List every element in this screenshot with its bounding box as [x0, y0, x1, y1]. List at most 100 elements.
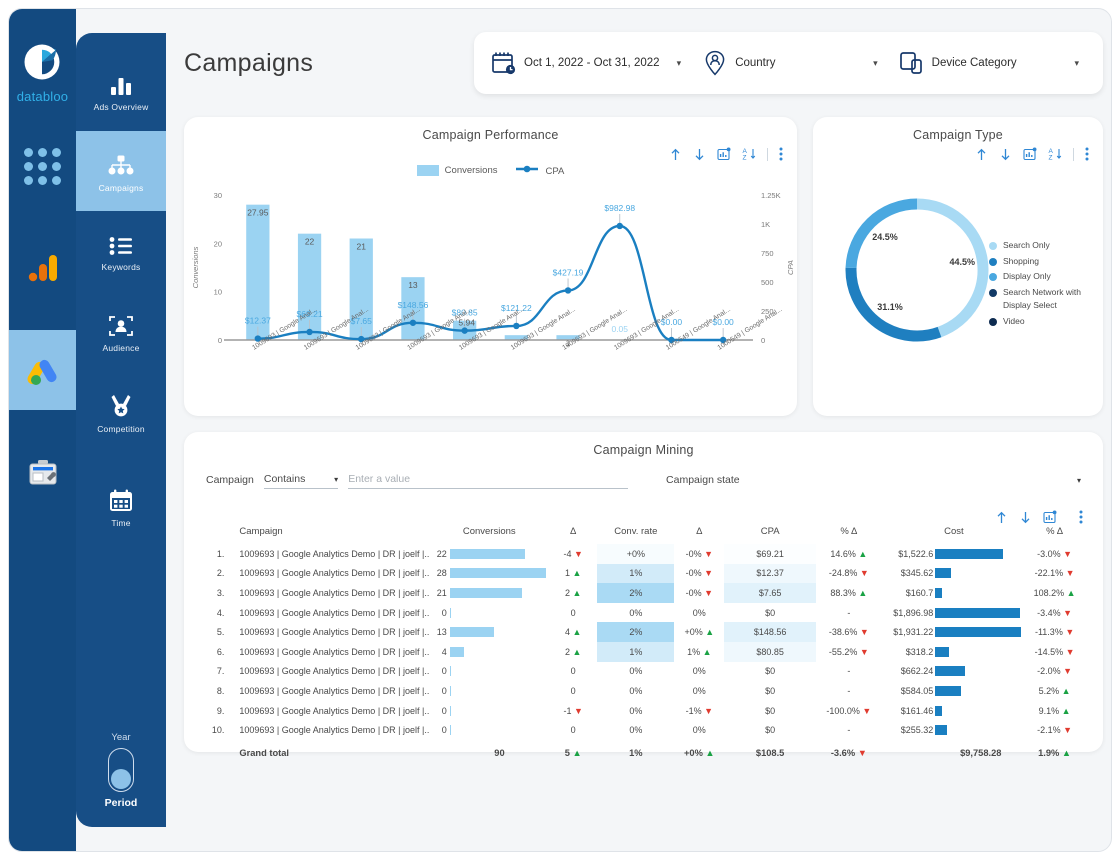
row-campaign[interactable]: 1009693 | Google Analytics Demo | DR | j… [232, 603, 429, 623]
row-conversions-delta: 0 [570, 666, 576, 677]
sort-asc-icon[interactable] [995, 511, 1008, 524]
databloo-logo[interactable]: databloo [17, 41, 68, 104]
device-category-label: Device Category [931, 57, 1017, 69]
table-row[interactable]: 2. 1009693 | Google Analytics Demo | DR … [204, 563, 1083, 584]
table-row[interactable]: 7. 1009693 | Google Analytics Demo | DR … [204, 662, 1083, 682]
svg-text:$12.37: $12.37 [245, 316, 271, 326]
col-rate-delta[interactable]: Δ [674, 521, 724, 544]
country-filter[interactable]: Country ▾ [695, 32, 891, 94]
col-cpa-pct[interactable]: % Δ [816, 521, 882, 544]
row-conv-rate: 0% [629, 666, 643, 677]
col-conv-delta[interactable]: Δ [549, 521, 597, 544]
svg-text:$427.19: $427.19 [553, 267, 584, 277]
row-index: 1. [216, 548, 225, 559]
svg-text:Z: Z [1049, 155, 1053, 161]
chevron-down-icon[interactable]: ▾ [1074, 58, 1079, 68]
row-rate-delta: -0% ▼ [685, 548, 714, 559]
sidebar-item-audience[interactable]: Audience [76, 291, 166, 371]
row-campaign[interactable]: 1009693 | Google Analytics Demo | DR | j… [232, 720, 429, 740]
drill-chart-icon[interactable] [1043, 510, 1057, 524]
row-campaign[interactable]: 1009693 | Google Analytics Demo | DR | j… [232, 544, 429, 564]
top-bar: Campaigns Oct 1, 2022 - Oct 31, 2022 ▾ C… [184, 9, 1103, 117]
period-toggle-switch[interactable] [108, 748, 134, 792]
row-rate-delta: -0% ▼ [685, 568, 714, 579]
row-conversions-delta: -1 ▼ [563, 705, 583, 716]
table-row[interactable]: 3. 1009693 | Google Analytics Demo | DR … [204, 583, 1083, 603]
row-conversions-value: 0 [441, 666, 447, 677]
device-category-filter[interactable]: Device Category ▾ [892, 32, 1093, 94]
sidebar-item-competition[interactable]: Competition [76, 371, 166, 451]
row-rate-delta: -1% ▼ [685, 705, 714, 716]
more-vertical-icon[interactable] [1085, 147, 1089, 161]
row-campaign[interactable]: 1009693 | Google Analytics Demo | DR | j… [232, 701, 429, 721]
table-row[interactable]: 10. 1009693 | Google Analytics Demo | DR… [204, 720, 1083, 740]
sidebar-item-keywords[interactable]: Keywords [76, 211, 166, 291]
row-campaign[interactable]: 1009693 | Google Analytics Demo | DR | j… [232, 564, 429, 584]
legend-label: Shopping [1003, 255, 1039, 266]
more-vertical-icon[interactable] [779, 147, 783, 161]
sort-asc-icon[interactable] [975, 148, 988, 161]
row-campaign[interactable]: 1009693 | Google Analytics Demo | DR | j… [232, 642, 429, 662]
svg-text:20: 20 [214, 239, 222, 248]
row-cpa: $69.21 [724, 544, 816, 564]
drill-chart-icon[interactable] [1023, 147, 1037, 161]
chevron-down-icon: ▾ [1076, 475, 1081, 485]
more-vertical-icon[interactable] [1079, 510, 1083, 524]
rail-item-google-ads[interactable] [9, 330, 76, 410]
table-row[interactable]: 9. 1009693 | Google Analytics Demo | DR … [204, 701, 1083, 721]
legend-item[interactable]: Search Network with Display Select [989, 286, 1099, 313]
trend-up-icon: ▲ [858, 548, 868, 559]
trend-down-icon: ▼ [1063, 666, 1073, 677]
sidebar-item-time[interactable]: Time [76, 465, 166, 545]
col-cost[interactable]: Cost [882, 521, 1027, 544]
sort-desc-icon[interactable] [1019, 511, 1032, 524]
period-toggle[interactable]: Year Period [76, 732, 166, 809]
legend-swatch [989, 257, 997, 266]
row-campaign[interactable]: 1009693 | Google Analytics Demo | DR | j… [232, 681, 429, 701]
table-row[interactable]: 6. 1009693 | Google Analytics Demo | DR … [204, 641, 1083, 662]
charts-row: Campaign Performance A Z Conversions CPA… [184, 117, 1103, 416]
sort-desc-icon[interactable] [999, 148, 1012, 161]
col-cost-pct[interactable]: % Δ [1026, 521, 1083, 544]
sort-asc-icon[interactable] [669, 148, 682, 161]
drill-chart-icon[interactable] [717, 147, 731, 161]
svg-text:44.5%: 44.5% [950, 257, 976, 267]
legend-item[interactable]: Display Only [989, 270, 1099, 284]
col-conv-rate[interactable]: Conv. rate [597, 521, 674, 544]
rail-item-google-tag-manager[interactable] [9, 432, 76, 512]
rail-item-google-analytics[interactable] [9, 228, 76, 308]
sidebar-item-campaigns[interactable]: Campaigns [76, 131, 166, 211]
campaign-state-select[interactable]: Campaign state ▾ [666, 474, 1081, 489]
legend-item[interactable]: Search Only [989, 239, 1099, 253]
rail-item-apps-grid[interactable] [9, 126, 76, 206]
sidebar-item-ads-overview[interactable]: Ads Overview [76, 51, 166, 131]
table-row[interactable]: 8. 1009693 | Google Analytics Demo | DR … [204, 681, 1083, 701]
legend-item[interactable]: Video [989, 315, 1099, 329]
table-row[interactable]: 5. 1009693 | Google Analytics Demo | DR … [204, 622, 1083, 642]
svg-text:$982.98: $982.98 [604, 203, 635, 213]
row-campaign[interactable]: 1009693 | Google Analytics Demo | DR | j… [232, 622, 429, 642]
table-total-row: Grand total 90 5 ▲ 1% +0% ▲ $108.5 -3.6%… [204, 740, 1083, 760]
sort-alpha-icon[interactable]: A Z [742, 147, 756, 161]
col-campaign[interactable]: Campaign [232, 521, 429, 544]
legend-item[interactable]: Shopping [989, 255, 1099, 269]
legend-label: Display Only [1003, 271, 1051, 281]
mining-operator-select[interactable]: Contains ▾ [263, 473, 339, 489]
col-cpa[interactable]: CPA [724, 521, 816, 544]
mining-value-input[interactable]: Enter a value [348, 473, 629, 489]
chevron-down-icon[interactable]: ▾ [873, 58, 878, 68]
trend-down-icon: ▼ [1065, 627, 1075, 638]
chevron-down-icon[interactable]: ▾ [677, 58, 682, 68]
table-body: 1. 1009693 | Google Analytics Demo | DR … [204, 544, 1083, 760]
table-row[interactable]: 1. 1009693 | Google Analytics Demo | DR … [204, 544, 1083, 564]
row-campaign[interactable]: 1009693 | Google Analytics Demo | DR | j… [232, 583, 429, 603]
table-row[interactable]: 4. 1009693 | Google Analytics Demo | DR … [204, 603, 1083, 623]
row-cpa: $12.37 [724, 563, 817, 584]
row-campaign[interactable]: 1009693 | Google Analytics Demo | DR | j… [232, 662, 429, 682]
sort-desc-icon[interactable] [693, 148, 706, 161]
col-conversions[interactable]: Conversions [429, 521, 549, 544]
svg-text:22: 22 [305, 237, 315, 247]
date-range-filter[interactable]: Oct 1, 2022 - Oct 31, 2022 ▾ [484, 32, 695, 94]
row-cpa: $7.65 [724, 583, 817, 603]
sort-alpha-icon[interactable]: A Z [1048, 147, 1062, 161]
